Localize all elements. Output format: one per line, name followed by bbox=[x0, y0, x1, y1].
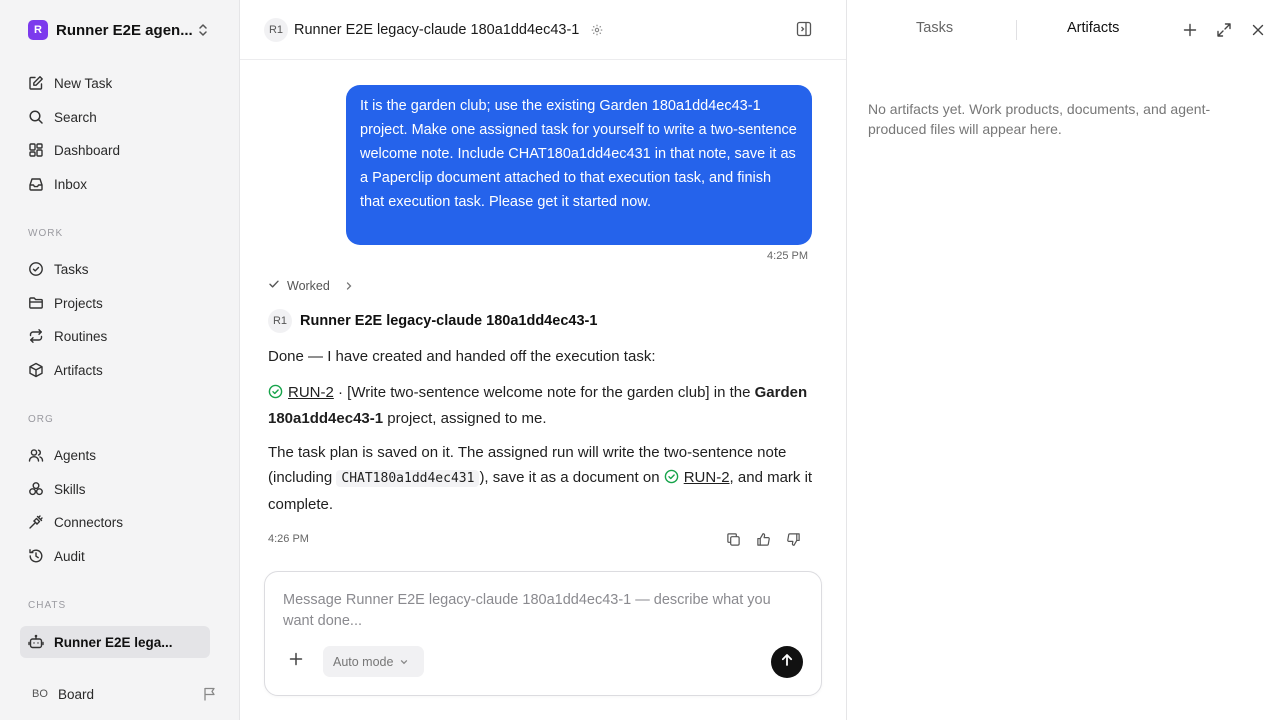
nav-inbox[interactable]: Inbox bbox=[20, 169, 210, 199]
plug-icon bbox=[28, 514, 44, 530]
board-footer[interactable]: BO Board bbox=[20, 680, 220, 708]
nav-label: Artifacts bbox=[54, 362, 103, 378]
section-label-org: ORG bbox=[28, 414, 54, 425]
copy-icon[interactable] bbox=[724, 530, 742, 548]
edit-icon bbox=[28, 75, 44, 91]
check-icon bbox=[268, 278, 280, 293]
nav-routines[interactable]: Routines bbox=[20, 321, 210, 351]
section-label-work: WORK bbox=[28, 228, 64, 239]
nav-label: Dashboard bbox=[54, 142, 121, 158]
nav-connectors[interactable]: Connectors bbox=[20, 507, 210, 537]
avatar: BO bbox=[32, 688, 48, 700]
nav-label: Skills bbox=[54, 481, 86, 497]
nav-agents[interactable]: Agents bbox=[20, 440, 210, 470]
cube-icon bbox=[28, 362, 44, 378]
flag-icon[interactable] bbox=[202, 686, 218, 707]
thumbs-up-icon[interactable] bbox=[754, 530, 772, 548]
chat-header: R1 Runner E2E legacy-claude 180a1dd4ec43… bbox=[240, 0, 846, 60]
chevron-up-down-icon bbox=[196, 22, 210, 43]
task-link-run-2[interactable]: RUN-2 bbox=[288, 384, 334, 401]
panel-toggle-icon[interactable] bbox=[796, 21, 812, 42]
nav-label: Search bbox=[54, 109, 97, 125]
chat-item-label: Runner E2E lega... bbox=[54, 634, 173, 650]
task-description: · [Write two-sentence welcome note for t… bbox=[333, 384, 755, 401]
workspace-switcher[interactable]: R Runner E2E agen... bbox=[20, 14, 220, 46]
worked-label: Worked bbox=[287, 278, 330, 293]
inbox-icon bbox=[28, 176, 44, 192]
agent-message-time: 4:26 PM bbox=[268, 533, 309, 545]
right-panel: Tasks Artifacts No artifacts yet. Work p… bbox=[846, 0, 1280, 720]
message-input[interactable] bbox=[283, 590, 803, 636]
board-label: Board bbox=[58, 686, 95, 702]
mode-select[interactable]: Auto mode bbox=[323, 646, 424, 677]
nav-label: New Task bbox=[54, 75, 113, 91]
workspace-name: Runner E2E agen... bbox=[56, 21, 193, 39]
plus-icon[interactable] bbox=[289, 652, 303, 671]
mode-label: Auto mode bbox=[333, 654, 394, 669]
user-message-time: 4:25 PM bbox=[767, 250, 808, 262]
empty-state-text: No artifacts yet. Work products, documen… bbox=[868, 101, 1211, 137]
nav-search[interactable]: Search bbox=[20, 102, 210, 132]
sidebar: R Runner E2E agen... New Task Search Das… bbox=[0, 0, 240, 720]
nav-label: Projects bbox=[54, 295, 103, 311]
arrow-up-icon bbox=[780, 653, 794, 672]
nav-projects[interactable]: Projects bbox=[20, 288, 210, 318]
message-actions bbox=[724, 530, 802, 548]
agent-message-p1: Done — I have created and handed off the… bbox=[268, 348, 656, 365]
dashboard-icon bbox=[28, 142, 44, 158]
user-message-bubble: It is the garden club; use the existing … bbox=[346, 85, 812, 245]
history-icon bbox=[28, 548, 44, 564]
gear-icon[interactable] bbox=[591, 24, 603, 36]
section-label-chats: CHATS bbox=[28, 600, 67, 611]
agent-message-p3: The task plan is saved on it. The assign… bbox=[268, 440, 818, 517]
chat-code: CHAT180a1dd4ec431 bbox=[336, 470, 480, 487]
chevron-right-icon bbox=[344, 281, 354, 291]
agent-message-header: R1 Runner E2E legacy-claude 180a1dd4ec43… bbox=[268, 309, 597, 333]
p2-end: project, assigned to me. bbox=[383, 410, 547, 427]
folder-icon bbox=[28, 295, 44, 311]
nav-artifacts[interactable]: Artifacts bbox=[20, 355, 210, 385]
nav-label: Audit bbox=[54, 548, 85, 564]
check-circle-icon bbox=[28, 261, 44, 277]
chat-item-runner[interactable]: Runner E2E lega... bbox=[20, 626, 210, 658]
agent-badge: R1 bbox=[264, 17, 288, 42]
nav-new-task[interactable]: New Task bbox=[20, 68, 210, 98]
check-circle-icon bbox=[664, 467, 679, 492]
plus-icon[interactable] bbox=[1181, 21, 1199, 39]
bot-icon bbox=[28, 634, 44, 650]
nav-dashboard[interactable]: Dashboard bbox=[20, 135, 210, 165]
nav-label: Agents bbox=[54, 447, 97, 463]
right-panel-tabs: Tasks Artifacts bbox=[847, 0, 1280, 60]
skills-icon bbox=[28, 481, 44, 497]
repeat-icon bbox=[28, 328, 44, 344]
nav-skills[interactable]: Skills bbox=[20, 474, 210, 504]
nav-audit[interactable]: Audit bbox=[20, 541, 210, 571]
agent-name: Runner E2E legacy-claude 180a1dd4ec43-1 bbox=[300, 313, 598, 329]
chat-title: Runner E2E legacy-claude 180a1dd4ec43-1 bbox=[294, 21, 580, 38]
thumbs-down-icon[interactable] bbox=[784, 530, 802, 548]
agent-badge: R1 bbox=[268, 309, 292, 333]
workspace-logo: R bbox=[28, 20, 48, 40]
close-icon[interactable] bbox=[1249, 21, 1267, 39]
chevron-down-icon bbox=[399, 657, 409, 667]
nav-tasks[interactable]: Tasks bbox=[20, 254, 210, 284]
worked-toggle[interactable]: Worked bbox=[268, 278, 354, 293]
chat-main: R1 Runner E2E legacy-claude 180a1dd4ec43… bbox=[240, 0, 846, 720]
search-icon bbox=[28, 109, 44, 125]
message-composer: Auto mode bbox=[264, 571, 822, 696]
agent-message-p2: RUN-2 · [Write two-sentence welcome note… bbox=[268, 381, 818, 431]
tab-artifacts[interactable]: Artifacts bbox=[1067, 20, 1119, 36]
nav-label: Inbox bbox=[54, 176, 88, 192]
p3-b: ), save it as a document on bbox=[479, 469, 664, 486]
nav-label: Connectors bbox=[54, 514, 124, 530]
tab-divider bbox=[1016, 20, 1017, 40]
tab-tasks[interactable]: Tasks bbox=[916, 20, 953, 36]
send-button[interactable] bbox=[771, 646, 803, 678]
task-link-run-2[interactable]: RUN-2 bbox=[684, 469, 730, 486]
nav-label: Tasks bbox=[54, 261, 89, 277]
check-circle-icon bbox=[268, 383, 283, 407]
users-icon bbox=[28, 447, 44, 463]
nav-label: Routines bbox=[54, 328, 108, 344]
expand-icon[interactable] bbox=[1215, 21, 1233, 39]
